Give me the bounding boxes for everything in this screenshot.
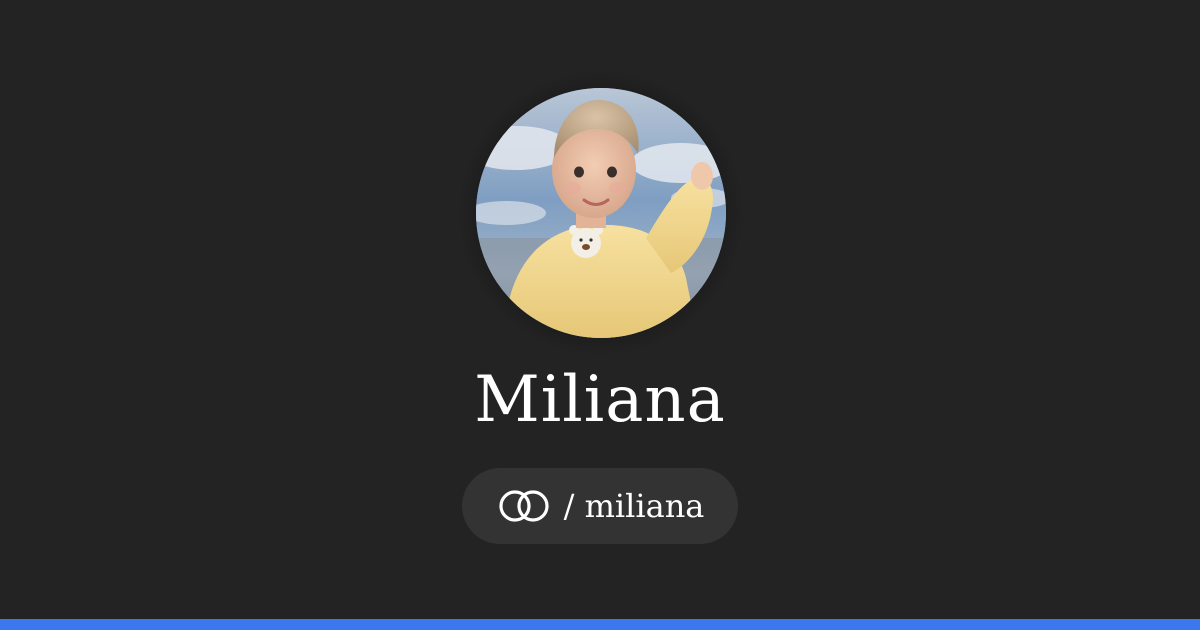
profile-name: Miliana bbox=[474, 363, 726, 437]
avatar-photo bbox=[476, 88, 726, 338]
profile-card: Miliana / miliana bbox=[0, 0, 1200, 630]
profile-handle-link[interactable]: / miliana bbox=[462, 468, 738, 544]
profile-handle: / miliana bbox=[563, 487, 705, 525]
linked-rings-icon bbox=[499, 490, 549, 522]
accent-bar bbox=[0, 619, 1200, 630]
avatar bbox=[476, 88, 726, 338]
